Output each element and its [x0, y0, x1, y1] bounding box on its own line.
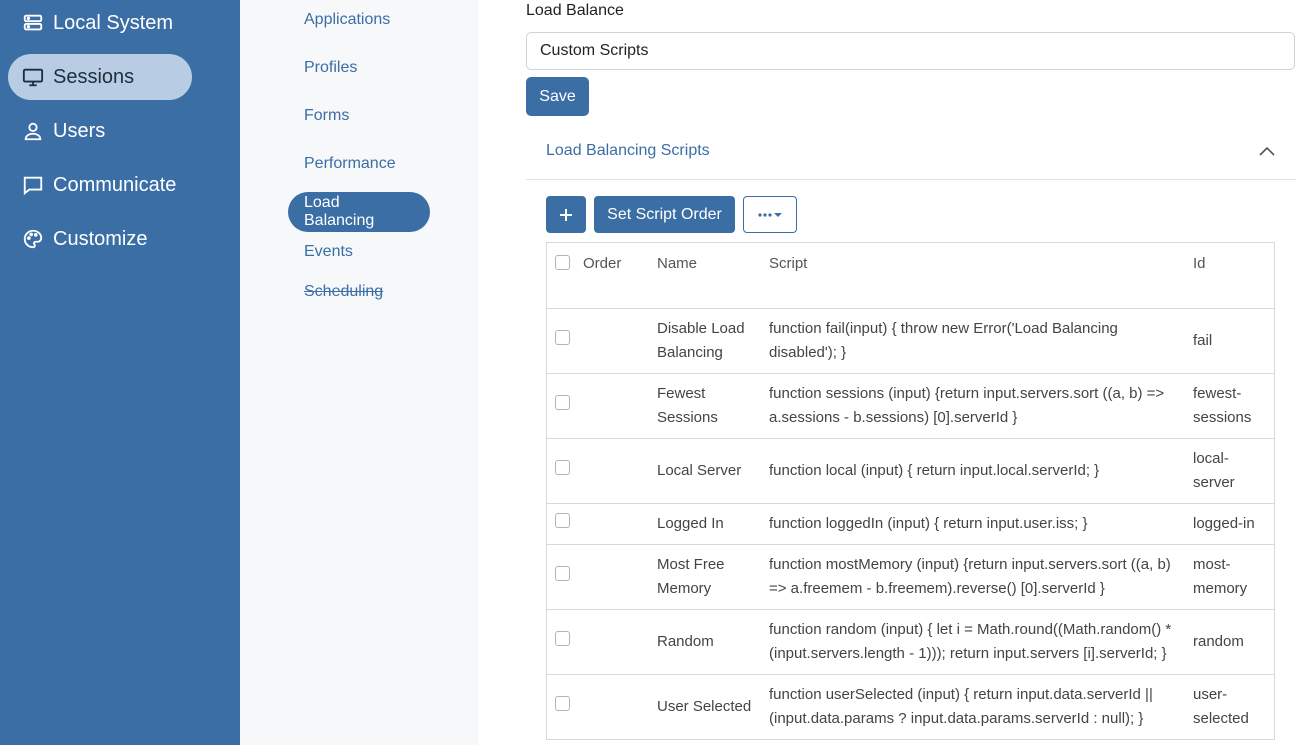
table-header-row: Order Name Script Id [547, 243, 1274, 309]
subnav-item-applications[interactable]: Applications [288, 0, 406, 40]
row-id: fewest-sessions [1193, 373, 1274, 439]
more-actions-dropdown[interactable] [743, 196, 797, 233]
table-row[interactable]: Local Server function local (input) { re… [547, 438, 1274, 504]
row-checkbox[interactable] [555, 459, 570, 475]
plus-icon [558, 207, 574, 223]
row-script: function fail(input) { throw new Error('… [769, 308, 1193, 374]
load-balance-select[interactable] [526, 32, 1295, 70]
row-id: user-selected [1193, 674, 1274, 740]
column-header-script[interactable]: Script [769, 243, 1193, 309]
row-order [583, 674, 657, 740]
row-id: local-server [1193, 438, 1274, 504]
row-checkbox[interactable] [555, 630, 570, 646]
row-checkbox[interactable] [555, 329, 570, 345]
row-order [583, 308, 657, 374]
subnav-label: Load Balancing [304, 194, 375, 229]
column-header-id[interactable]: Id [1193, 243, 1274, 309]
row-checkbox[interactable] [555, 695, 570, 711]
subnav-label: Profiles [304, 59, 358, 76]
sidebar-item-local-system[interactable]: Local System [8, 0, 192, 46]
row-name: Disable Load Balancing [657, 308, 769, 374]
sessions-subnav: Applications Profiles Forms Performance … [240, 0, 478, 745]
row-id: fail [1193, 308, 1274, 374]
row-name: User Selected [657, 674, 769, 740]
set-script-order-button[interactable]: Set Script Order [594, 196, 735, 233]
row-name: Most Free Memory [657, 544, 769, 610]
row-order [583, 544, 657, 610]
chevron-up-icon[interactable] [1258, 144, 1276, 158]
sidebar-item-label: Customize [53, 227, 148, 250]
column-header-order[interactable]: Order [583, 243, 657, 309]
scripts-table: Order Name Script Id Disable Load Balanc… [546, 242, 1275, 740]
sidebar-item-sessions[interactable]: Sessions [8, 54, 192, 100]
subnav-item-load-balancing[interactable]: Load Balancing [288, 192, 430, 232]
table-row[interactable]: Most Free Memory function mostMemory (in… [547, 544, 1274, 610]
row-script: function loggedIn (input) { return input… [769, 503, 1193, 545]
row-script: function local (input) { return input.lo… [769, 438, 1193, 504]
save-button[interactable]: Save [526, 77, 589, 116]
sidebar-item-communicate[interactable]: Communicate [8, 162, 192, 208]
load-balance-label: Load Balance [526, 2, 624, 19]
load-balancing-scripts-header[interactable]: Load Balancing Scripts [526, 134, 1296, 180]
sidebar-item-label: Users [53, 119, 106, 142]
subnav-item-performance[interactable]: Performance [288, 144, 412, 184]
palette-icon [22, 228, 44, 250]
subnav-label: Events [304, 243, 353, 260]
row-name: Local Server [657, 438, 769, 504]
row-checkbox[interactable] [555, 394, 570, 410]
row-name: Random [657, 609, 769, 675]
column-header-name[interactable]: Name [657, 243, 769, 309]
row-order [583, 609, 657, 675]
row-script: function random (input) { let i = Math.r… [769, 609, 1193, 675]
subnav-item-profiles[interactable]: Profiles [288, 48, 373, 88]
subnav-label: Applications [304, 11, 391, 28]
sidebar-item-users[interactable]: Users [8, 108, 192, 154]
table-row[interactable]: User Selected function userSelected (inp… [547, 674, 1274, 740]
table-row[interactable]: Random function random (input) { let i =… [547, 609, 1274, 675]
row-script: function userSelected (input) { return i… [769, 674, 1193, 740]
subnav-label: Performance [304, 155, 396, 172]
row-id: random [1193, 609, 1274, 675]
sidebar-item-label: Sessions [53, 65, 135, 88]
table-row[interactable]: Disable Load Balancing function fail(inp… [547, 308, 1274, 374]
row-id: most-memory [1193, 544, 1274, 610]
table-row[interactable]: Fewest Sessions function sessions (input… [547, 373, 1274, 439]
subnav-item-forms[interactable]: Forms [288, 96, 365, 136]
server-icon [22, 12, 44, 34]
row-script: function mostMemory (input) {return inpu… [769, 544, 1193, 610]
subnav-item-scheduling[interactable]: Scheduling [288, 272, 399, 312]
row-script: function sessions (input) {return input.… [769, 373, 1193, 439]
row-checkbox[interactable] [555, 512, 570, 528]
row-order [583, 503, 657, 545]
sidebar-item-label: Local System [53, 11, 174, 34]
row-name: Logged In [657, 503, 769, 545]
row-order [583, 373, 657, 439]
main-sidebar: Local System Sessions Users Communicate … [0, 0, 240, 745]
more-dots-icon [757, 210, 783, 220]
chat-icon [22, 174, 44, 196]
subnav-label: Scheduling [304, 283, 384, 300]
main-content: Load Balance Save Load Balancing Scripts… [478, 0, 1301, 745]
sidebar-item-label: Communicate [53, 173, 177, 196]
row-order [583, 438, 657, 504]
section-title: Load Balancing Scripts [546, 142, 710, 159]
monitor-icon [22, 66, 44, 88]
add-script-button[interactable] [546, 196, 586, 233]
row-checkbox[interactable] [555, 565, 570, 581]
row-name: Fewest Sessions [657, 373, 769, 439]
row-id: logged-in [1193, 503, 1274, 545]
subnav-item-events[interactable]: Events [288, 232, 369, 272]
subnav-label: Forms [304, 107, 350, 124]
sidebar-item-customize[interactable]: Customize [8, 216, 192, 262]
table-row[interactable]: Logged In function loggedIn (input) { re… [547, 503, 1274, 545]
select-all-checkbox[interactable] [555, 255, 570, 270]
user-icon [22, 120, 44, 142]
